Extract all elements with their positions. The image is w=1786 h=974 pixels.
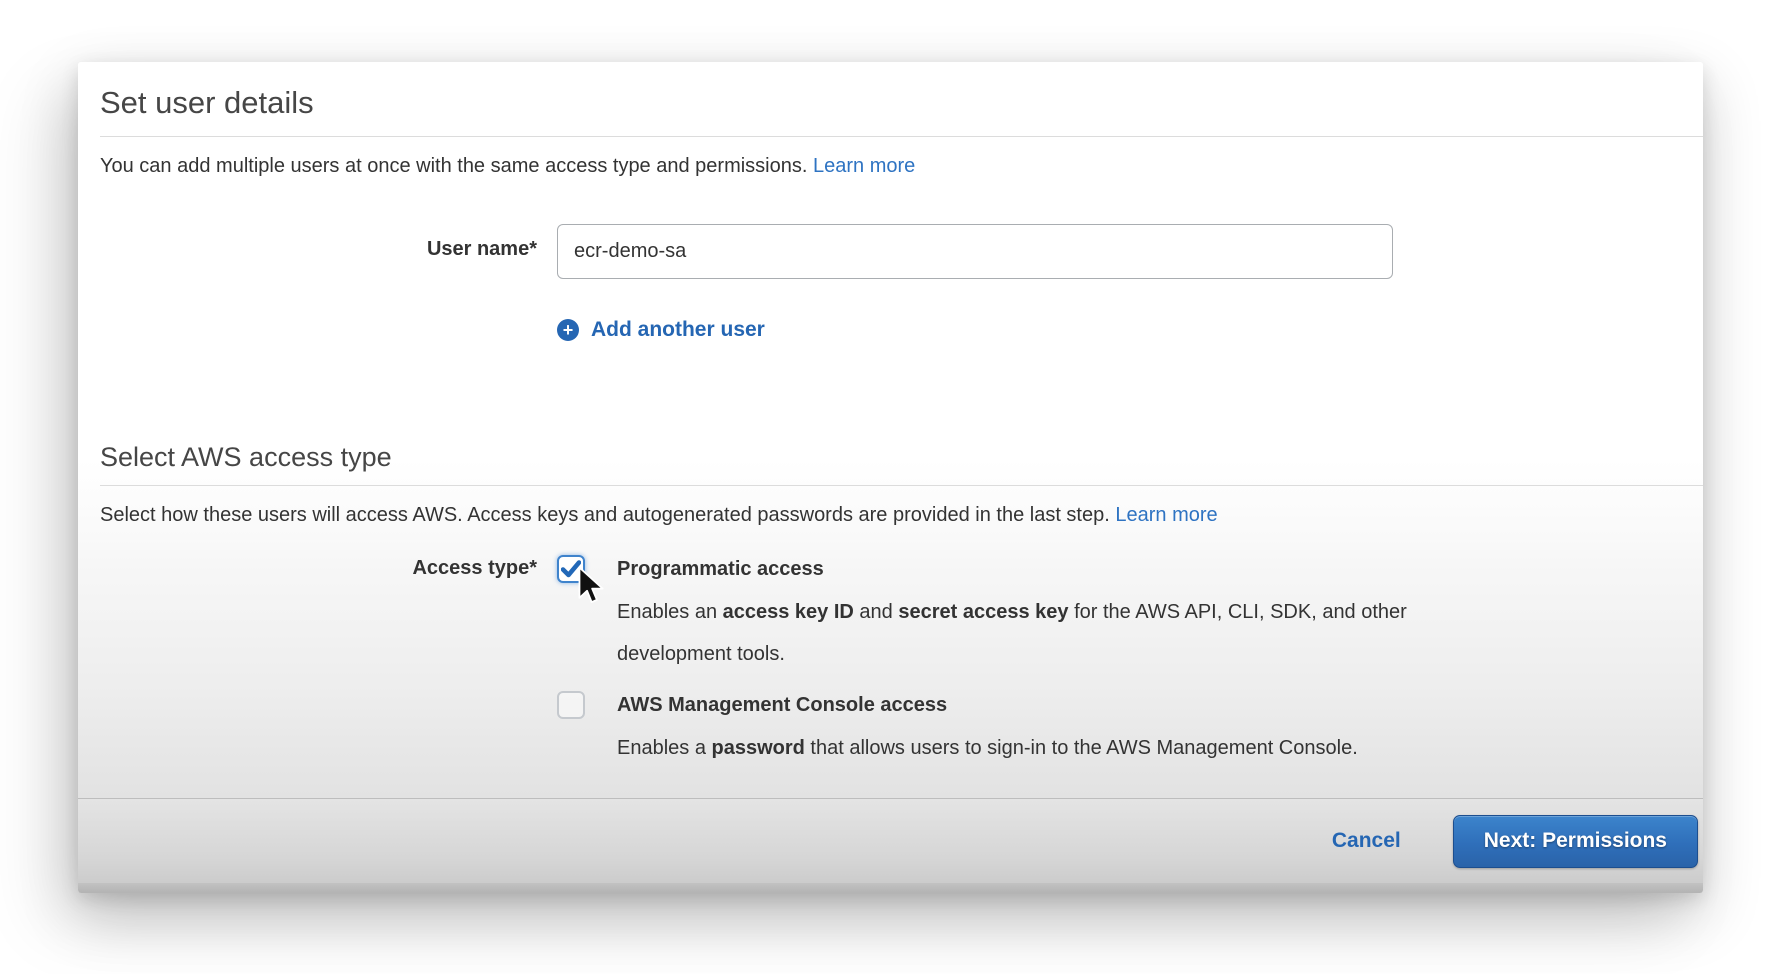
programmatic-access-option: Programmatic access Enables an access ke… (557, 555, 1497, 675)
next-permissions-button[interactable]: Next: Permissions (1453, 815, 1698, 868)
add-user-row: + Add another user (100, 318, 1703, 342)
page: { "header": { "title": "Set user details… (0, 0, 1786, 974)
access-type-intro-body: Select how these users will access AWS. … (100, 504, 1110, 526)
programmatic-access-title: Programmatic access (617, 555, 1497, 583)
intro-text-body: You can add multiple users at once with … (100, 155, 807, 177)
panel-bottom-strip (78, 883, 1703, 893)
programmatic-access-desc: Enables an access key ID and secret acce… (617, 591, 1497, 675)
title-divider (100, 136, 1703, 137)
desc-segment: Enables a (617, 737, 712, 759)
console-access-title: AWS Management Console access (617, 691, 1358, 719)
desc-segment: and (854, 601, 898, 623)
panel-content: Set user details You can add multiple us… (78, 62, 1703, 798)
desc-segment: that allows users to sign-in to the AWS … (805, 737, 1358, 759)
section-title-access-type: Select AWS access type (100, 442, 1703, 472)
add-another-user-link[interactable]: + Add another user (557, 318, 765, 342)
console-access-desc: Enables a password that allows users to … (617, 727, 1358, 769)
access-type-options: Programmatic access Enables an access ke… (557, 555, 1497, 769)
console-access-text: AWS Management Console access Enables a … (617, 691, 1358, 769)
desc-segment-bold: secret access key (898, 601, 1068, 623)
user-name-control (557, 224, 1393, 279)
page-title: Set user details (100, 83, 1703, 123)
wizard-footer: Cancel Next: Permissions (78, 798, 1703, 883)
set-user-details-panel: Set user details You can add multiple us… (78, 62, 1703, 893)
add-another-user-label: Add another user (591, 318, 765, 342)
desc-segment-bold: password (712, 737, 805, 759)
programmatic-access-text: Programmatic access Enables an access ke… (617, 555, 1497, 675)
user-name-input[interactable] (557, 224, 1393, 279)
learn-more-link-access[interactable]: Learn more (1115, 504, 1217, 526)
access-type-label: Access type* (100, 555, 537, 580)
intro-text: You can add multiple users at once with … (100, 152, 1703, 180)
cancel-button[interactable]: Cancel (1332, 829, 1401, 853)
add-user-control: + Add another user (557, 318, 765, 342)
desc-segment: Enables an (617, 601, 723, 623)
console-access-option: AWS Management Console access Enables a … (557, 691, 1497, 769)
user-name-label: User name* (100, 224, 537, 261)
console-access-checkbox[interactable] (557, 691, 585, 719)
user-name-row: User name* (100, 224, 1703, 279)
mouse-cursor-icon (577, 566, 605, 606)
access-type-intro: Select how these users will access AWS. … (100, 501, 1703, 529)
plus-icon: + (557, 319, 579, 341)
learn-more-link-users[interactable]: Learn more (813, 155, 915, 177)
desc-segment-bold: access key ID (723, 601, 854, 623)
access-type-row: Access type* Programmatic access Enables… (100, 555, 1703, 769)
section-divider (100, 485, 1703, 486)
